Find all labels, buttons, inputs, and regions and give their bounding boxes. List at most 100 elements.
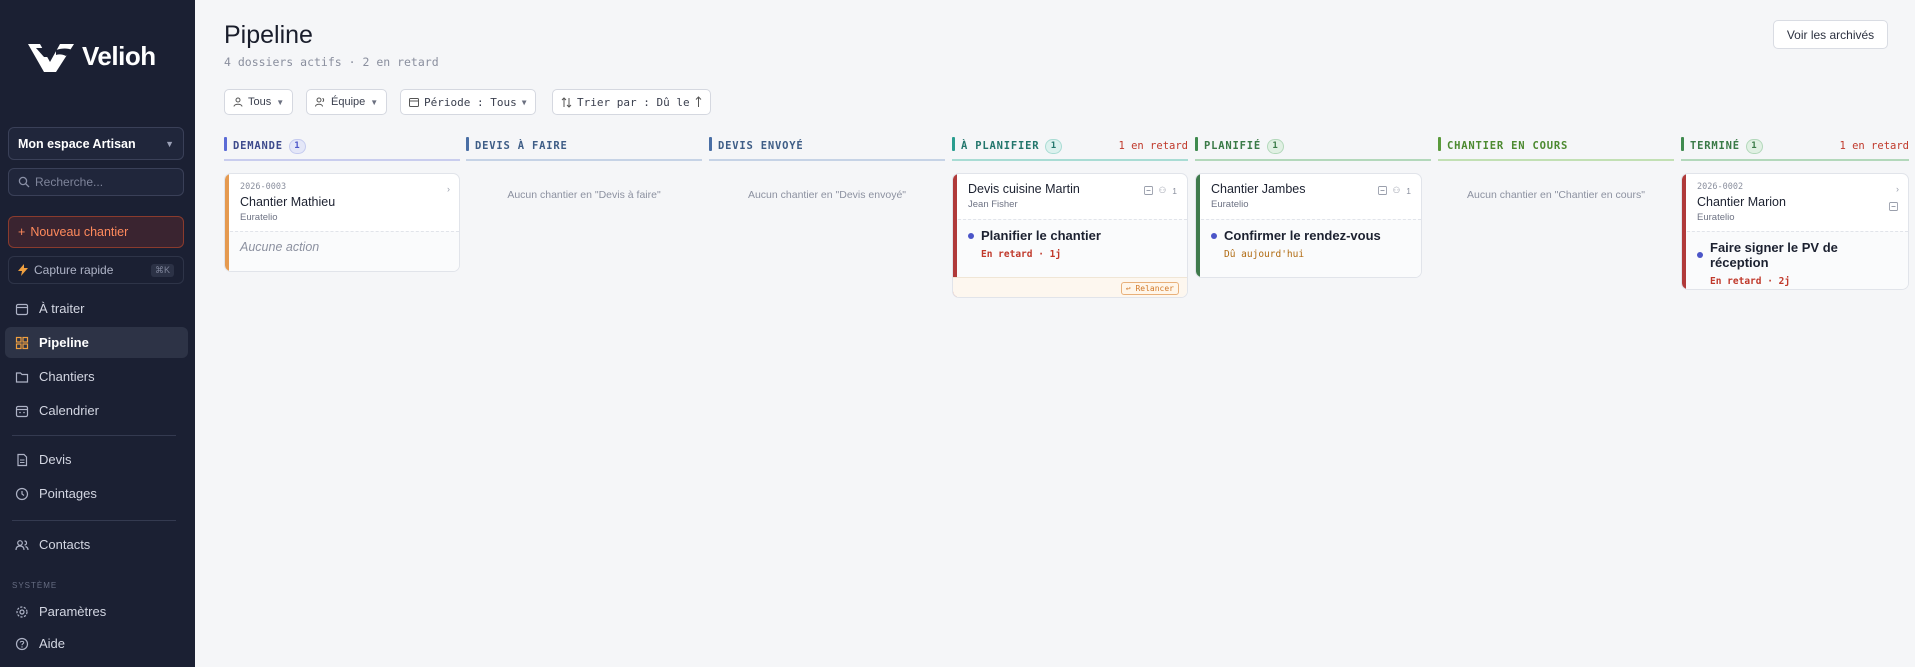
note-icon [1377, 186, 1387, 195]
clock-icon [15, 487, 29, 500]
column-header: DEVIS À FAIRE [466, 133, 702, 159]
gear-icon [16, 605, 28, 618]
search-input[interactable]: Recherche... [8, 168, 184, 196]
users-icon [315, 97, 325, 107]
sidebar: Velioh Mon espace Artisan ▼ Recherche...… [0, 0, 195, 667]
velioh-logo-icon [28, 44, 74, 72]
card-task-label: Faire signer le PV de réception [1710, 240, 1838, 270]
card-reference: 2026-0003 [240, 182, 287, 192]
column-title: DEMANDE [233, 140, 283, 152]
sort-icon [561, 96, 572, 108]
workspace-selector[interactable]: Mon espace Artisan ▼ [8, 127, 184, 160]
sidebar-item-aide[interactable]: Aide [5, 628, 188, 659]
column-title: À PLANIFIER [961, 140, 1040, 152]
card-task[interactable]: Confirmer le rendez-vous [1211, 228, 1411, 243]
sidebar-divider [12, 435, 176, 436]
card-chantier-jambes[interactable]: Chantier Jambes Euratelio ⚇ 1 Confirmer l… [1195, 173, 1422, 278]
column-title: CHANTIER EN COURS [1447, 140, 1569, 152]
calendar-icon [15, 405, 29, 417]
chevron-right-icon[interactable]: › [1896, 184, 1899, 194]
sidebar-item-pointages[interactable]: Pointages [5, 478, 188, 509]
column-header: TERMINÉ 1 1 en retard [1681, 133, 1909, 159]
calendar-icon [409, 98, 419, 107]
sidebar-item-contacts[interactable]: Contacts [5, 529, 188, 560]
filter-period[interactable]: Période : Tous ▼ [400, 89, 536, 115]
calendar-check-icon [15, 303, 29, 315]
new-site-button[interactable]: + Nouveau chantier [8, 216, 184, 248]
relancer-button[interactable]: ↩ Relancer [1120, 282, 1179, 295]
folder-icon [15, 371, 29, 383]
column-underline [466, 159, 702, 161]
sidebar-item-parametres[interactable]: Paramètres [5, 596, 188, 627]
sidebar-item-label: Contacts [39, 537, 91, 552]
card-devis-cuisine-martin[interactable]: Devis cuisine Martin Jean Fisher ⚇ 1 Plan… [952, 173, 1188, 298]
brand-logo[interactable]: Velioh [26, 38, 156, 74]
column-empty-message: Aucun chantier en "Chantier en cours" [1467, 189, 1645, 201]
sidebar-item-pipeline[interactable]: Pipeline [5, 327, 188, 358]
chevron-right-icon[interactable]: › [447, 184, 450, 194]
column-devis-envoye: DEVIS ENVOYÉ Aucun chantier en "Devis en… [709, 133, 945, 201]
card-action-area: Faire signer le PV de réception En retar… [1682, 231, 1908, 289]
column-late-count: 1 en retard [1118, 140, 1188, 152]
sidebar-item-label: Aide [39, 636, 66, 651]
column-underline [224, 159, 460, 161]
column-title: TERMINÉ [1690, 140, 1740, 152]
sidebar-item-label: À traiter [39, 301, 85, 316]
plus-icon: + [18, 225, 26, 239]
column-demande: DEMANDE 1 2026-0003 Chantier Mathieu Eur… [224, 133, 460, 272]
task-dot [968, 232, 974, 239]
column-header: DEMANDE 1 [224, 133, 460, 159]
column-empty-message: Aucun chantier en "Devis envoyé" [747, 189, 907, 201]
card-action-area: Planifier le chantier En retard · 1j [953, 219, 1187, 277]
filter-period-label: Période : Tous [424, 95, 517, 109]
column-color-bar [952, 137, 955, 151]
column-underline [1195, 159, 1431, 161]
column-color-bar [466, 137, 469, 151]
chevron-down-icon: ▼ [165, 138, 174, 149]
card-footer: ↩ Relancer [953, 277, 1187, 297]
column-header: PLANIFIÉ 1 [1195, 133, 1431, 159]
view-archives-button[interactable]: Voir les archivés [1773, 20, 1888, 49]
card-due-status: En retard · 2j [1710, 276, 1791, 287]
column-color-bar [1195, 137, 1198, 151]
card-name: Chantier Marion [1697, 195, 1786, 209]
sidebar-item-label: Pipeline [39, 335, 89, 350]
column-underline [1681, 159, 1909, 161]
people-icon: ⚇ [1158, 185, 1167, 195]
filter-person[interactable]: Tous ▼ [224, 89, 294, 115]
sidebar-item-calendrier[interactable]: Calendrier [5, 395, 188, 426]
column-underline [709, 159, 945, 161]
sidebar-item-label: Paramètres [39, 604, 107, 619]
sidebar-item-a-traiter[interactable]: À traiter [5, 293, 188, 324]
task-dot [1211, 232, 1217, 239]
card-due-status: En retard · 1j [981, 249, 1062, 260]
card-people-count: 1 [1406, 185, 1411, 196]
card-chantier-mathieu[interactable]: 2026-0003 Chantier Mathieu Euratelio › A… [224, 173, 460, 272]
column-color-bar [1438, 137, 1441, 151]
card-action-area: Aucune action [225, 231, 459, 271]
filter-team[interactable]: Équipe ▼ [306, 89, 388, 115]
sidebar-item-chantiers[interactable]: Chantiers [5, 361, 188, 392]
quick-capture-button[interactable]: Capture rapide ⌘K [8, 256, 184, 284]
new-site-label: Nouveau chantier [30, 225, 129, 239]
column-color-bar [709, 137, 712, 151]
card-task[interactable]: Planifier le chantier [968, 228, 1177, 243]
column-underline [952, 159, 1188, 161]
main-content: Pipeline 4 dossiers actifs · 2 en retard… [195, 0, 1915, 667]
card-task-label: Planifier le chantier [981, 228, 1101, 243]
card-action-area: Confirmer le rendez-vous Dû aujourd'hui [1196, 219, 1421, 277]
card-client: Euratelio [1697, 212, 1735, 223]
workspace-name: Mon espace Artisan [18, 136, 136, 151]
pipeline-icon [15, 336, 29, 349]
search-icon [18, 176, 30, 188]
card-chantier-marion[interactable]: 2026-0002 Chantier Marion Euratelio › Fa… [1681, 173, 1909, 290]
search-placeholder: Recherche... [35, 175, 104, 189]
card-meta: ⚇ 1 [1377, 185, 1411, 196]
chevron-down-icon: ▼ [370, 97, 379, 107]
column-count-badge: 1 [1045, 138, 1063, 154]
column-termine: TERMINÉ 1 1 en retard 2026-0002 Chantier… [1681, 133, 1909, 290]
chevron-down-icon: ▼ [521, 97, 527, 107]
card-task[interactable]: Faire signer le PV de réception [1697, 240, 1898, 270]
sidebar-item-devis[interactable]: Devis [5, 444, 188, 475]
sort-selector[interactable]: Trier par : Dû le [552, 89, 711, 115]
